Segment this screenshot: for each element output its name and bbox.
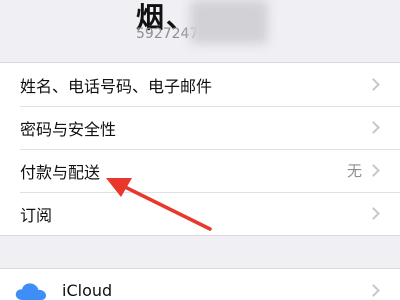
account-settings-group: 姓名、电话号码、电子邮件 密码与安全性 付款与配送 无 订阅 [0,62,400,236]
profile-header: 烟、 5927247 [0,0,400,60]
privacy-blur-mask [190,0,268,44]
row-label: 姓名、电话号码、电子邮件 [20,76,213,96]
services-group: iCloud [0,268,400,300]
chevron-right-icon [367,283,380,297]
row-payment-shipping[interactable]: 付款与配送 无 [0,149,400,192]
chevron-right-icon [367,206,380,220]
row-subscriptions[interactable]: 订阅 [0,192,400,235]
apple-id-settings-screen: 烟、 5927247 姓名、电话号码、电子邮件 密码与安全性 付款与配送 无 订… [0,0,400,300]
chevron-right-icon [367,77,380,91]
chevron-right-icon [367,163,380,177]
row-label: iCloud [62,281,113,300]
row-label: 订阅 [20,205,53,225]
profile-id: 5927247 [136,26,199,42]
row-icloud[interactable]: iCloud [0,269,400,300]
row-name-phone-email[interactable]: 姓名、电话号码、电子邮件 [0,63,400,106]
row-value: 无 [346,162,362,180]
row-label: 付款与配送 [20,162,101,182]
row-password-security[interactable]: 密码与安全性 [0,106,400,149]
chevron-right-icon [367,120,380,134]
cloud-icon [15,282,46,300]
row-label: 密码与安全性 [20,119,117,139]
